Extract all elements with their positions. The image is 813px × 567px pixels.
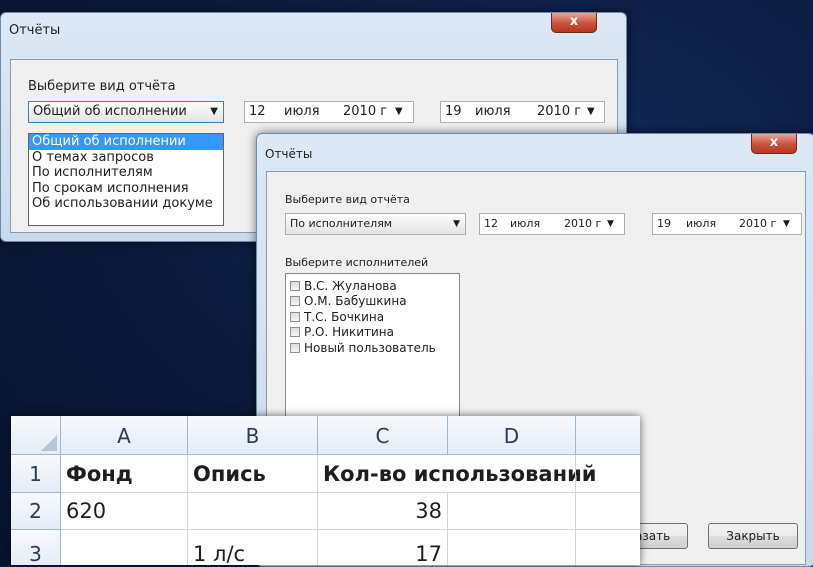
column-header[interactable]: D (448, 416, 576, 455)
date-from-day: 12 (484, 217, 498, 230)
checkbox[interactable] (290, 327, 300, 338)
date-to-month: июля (686, 217, 717, 230)
window-title: Отчёты (9, 23, 61, 38)
dropdown-item[interactable]: По срокам исполнения (29, 181, 223, 197)
executor-label: Р.О. Никитина (304, 325, 394, 340)
date-from-year: 2010 г (343, 104, 388, 119)
date-to-month: июля (475, 104, 511, 119)
executors-label: Выберите исполнителей (285, 256, 429, 269)
cell-B1[interactable]: Опись (188, 455, 318, 493)
cell-A3[interactable] (61, 530, 188, 565)
executor-checkbox-row[interactable]: В.С. Жуланова (286, 278, 459, 294)
spreadsheet-fragment: A B C D E 1 2 3 Фонд Опись Кол-во исполь… (11, 416, 640, 565)
executor-label: Новый пользователь (304, 340, 436, 355)
window-title: Отчёты (265, 147, 313, 161)
select-all-corner[interactable] (11, 416, 61, 455)
checkbox[interactable] (290, 311, 300, 322)
dropdown-item[interactable]: По исполнителям (29, 165, 223, 181)
executor-label: О.М. Бабушкина (304, 294, 407, 309)
report-type-value: Общий об исполнении (33, 104, 187, 119)
cell-C1[interactable]: Кол-во использований (318, 455, 597, 493)
close-icon[interactable]: x (551, 13, 597, 33)
chevron-down-icon[interactable]: ▼ (587, 102, 595, 122)
chevron-down-icon[interactable]: ▼ (395, 102, 403, 122)
date-to-picker[interactable]: 19 июля 2010 г ▼ (652, 213, 802, 235)
report-type-label: Выберите вид отчёта (28, 79, 176, 94)
date-to-year: 2010 г (537, 104, 582, 119)
cell-C2[interactable]: 38 (318, 493, 448, 530)
column-header[interactable]: C (318, 416, 448, 455)
column-header[interactable]: E (576, 416, 640, 455)
chevron-down-icon[interactable]: ▼ (783, 214, 790, 234)
executor-label: В.С. Жуланова (304, 278, 397, 293)
report-type-value: По исполнителям (290, 217, 393, 230)
column-header[interactable]: B (188, 416, 318, 455)
row-header[interactable]: 1 (11, 455, 61, 493)
executor-checkbox-row[interactable]: Р.О. Никитина (286, 325, 459, 341)
executors-list: В.С. Жуланова О.М. Бабушкина Т.С. Бочкин… (285, 273, 460, 433)
column-header[interactable]: A (61, 416, 188, 455)
cell-D1[interactable] (448, 455, 576, 493)
cell-D3[interactable] (448, 530, 576, 565)
date-from-picker[interactable]: 12 июля 2010 г ▼ (479, 213, 625, 235)
dropdown-item[interactable]: Общий об исполнении (29, 134, 223, 150)
checkbox[interactable] (290, 280, 300, 291)
date-to-year: 2010 г (739, 217, 777, 230)
row-header[interactable]: 3 (11, 530, 61, 565)
cell-D2[interactable] (448, 493, 576, 530)
cell-A1[interactable]: Фонд (61, 455, 188, 493)
cell-B2[interactable] (188, 493, 318, 530)
chevron-down-icon: ▼ (453, 219, 460, 229)
date-from-month: июля (510, 217, 541, 230)
chevron-down-icon[interactable]: ▼ (607, 214, 614, 234)
close-icon[interactable]: x (751, 134, 797, 154)
dropdown-item[interactable]: О темах запросов (29, 150, 223, 166)
date-from-day: 12 (249, 104, 266, 119)
date-from-month: июля (284, 104, 320, 119)
chevron-down-icon: ▼ (210, 106, 218, 117)
date-to-day: 19 (657, 217, 671, 230)
close-button[interactable]: Закрыть (708, 523, 798, 549)
dropdown-item[interactable]: Об использовании докуме (29, 196, 223, 212)
report-type-select[interactable]: По исполнителям ▼ (285, 213, 466, 235)
executor-checkbox-row[interactable]: Т.С. Бочкина (286, 309, 459, 325)
date-to-day: 19 (445, 104, 462, 119)
executor-checkbox-row[interactable]: Новый пользователь (286, 340, 459, 356)
checkbox[interactable] (290, 342, 300, 353)
date-to-picker[interactable]: 19 июля 2010 г ▼ (440, 101, 605, 123)
cell-B3[interactable]: 1 л/с (188, 530, 318, 565)
row-header[interactable]: 2 (11, 493, 61, 530)
cell-C3[interactable]: 17 (318, 530, 448, 565)
cell-E1[interactable] (576, 455, 640, 493)
date-from-picker[interactable]: 12 июля 2010 г ▼ (244, 101, 414, 123)
cell-A2[interactable]: 620 (61, 493, 188, 530)
report-type-label: Выберите вид отчёта (285, 193, 410, 206)
report-type-dropdown: Общий об исполнении О темах запросов По … (28, 133, 224, 226)
executor-checkbox-row[interactable]: О.М. Бабушкина (286, 294, 459, 310)
cell-E3[interactable] (576, 530, 640, 565)
checkbox[interactable] (290, 296, 300, 307)
executor-label: Т.С. Бочкина (304, 309, 385, 324)
report-type-select[interactable]: Общий об исполнении ▼ (28, 101, 224, 123)
cell-E2[interactable] (576, 493, 640, 530)
date-from-year: 2010 г (564, 217, 602, 230)
